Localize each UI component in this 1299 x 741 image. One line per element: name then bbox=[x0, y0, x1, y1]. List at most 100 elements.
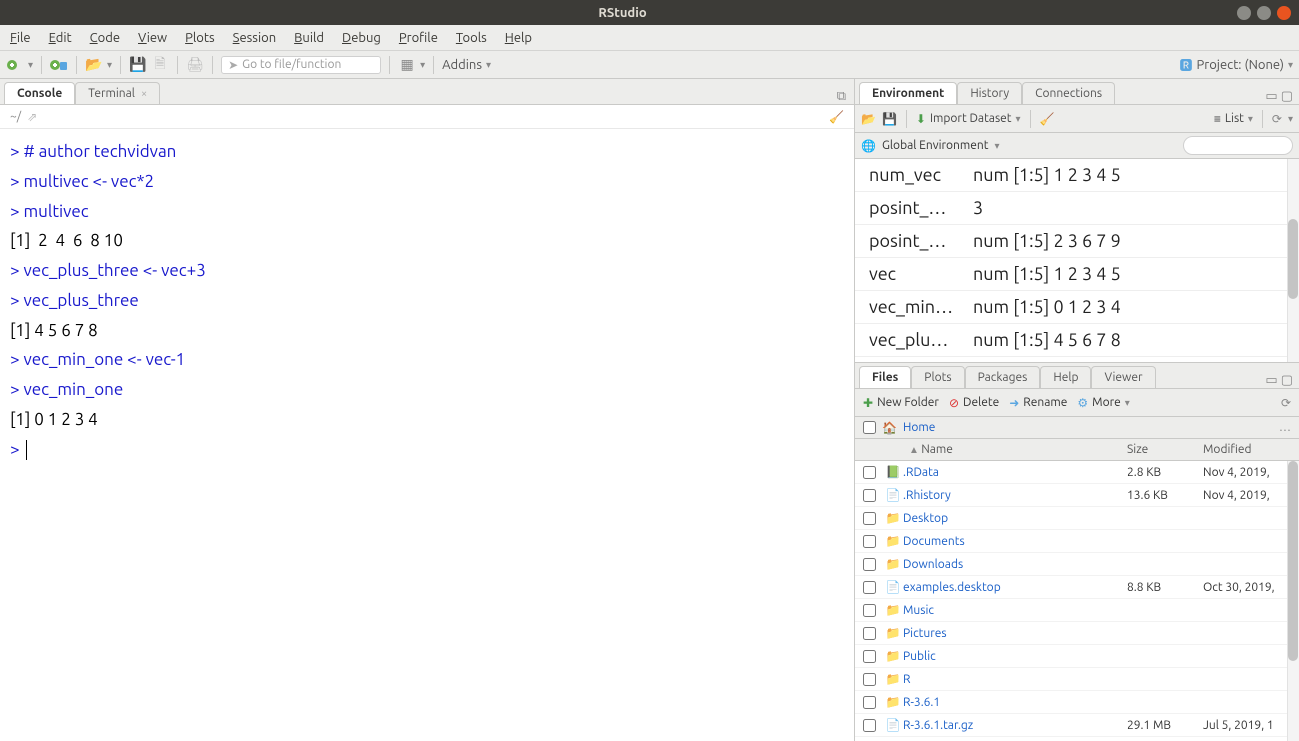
file-row[interactable]: 📁Public bbox=[855, 645, 1299, 668]
file-row[interactable]: 📁Downloads bbox=[855, 553, 1299, 576]
env-row[interactable]: vec_plu…num [1:5] 4 5 6 7 8 bbox=[855, 324, 1299, 357]
dropdown-caret-icon[interactable]: ▾ bbox=[28, 59, 33, 71]
dropdown-caret-icon[interactable]: ▾ bbox=[420, 59, 425, 71]
tab-packages[interactable]: Packages bbox=[965, 366, 1041, 388]
menu-help[interactable]: Help bbox=[505, 31, 532, 45]
file-name[interactable]: Public bbox=[903, 650, 1127, 663]
refresh-icon[interactable]: ⟳ bbox=[1272, 112, 1282, 126]
tab-help[interactable]: Help bbox=[1040, 366, 1091, 388]
file-checkbox[interactable] bbox=[863, 512, 876, 525]
pane-max-icon[interactable]: ▢ bbox=[1281, 373, 1293, 388]
open-file-icon[interactable]: 📂 bbox=[85, 56, 103, 74]
file-name[interactable]: examples.desktop bbox=[903, 581, 1127, 594]
file-row[interactable]: 📁Desktop bbox=[855, 507, 1299, 530]
file-row[interactable]: 📄examples.desktop8.8 KBOct 30, 2019, bbox=[855, 576, 1299, 599]
menu-debug[interactable]: Debug bbox=[342, 31, 381, 45]
new-folder-button[interactable]: ✚New Folder bbox=[863, 396, 939, 410]
goto-file-input[interactable]: ➤ Go to file/function bbox=[221, 56, 381, 74]
menu-edit[interactable]: Edit bbox=[49, 31, 72, 45]
file-name[interactable]: R bbox=[903, 673, 1127, 686]
dropdown-caret-icon[interactable]: ▾ bbox=[107, 59, 112, 71]
close-icon[interactable]: × bbox=[141, 88, 147, 100]
menu-plots[interactable]: Plots bbox=[185, 31, 215, 45]
tab-history[interactable]: History bbox=[957, 82, 1022, 104]
file-name[interactable]: Downloads bbox=[903, 558, 1127, 571]
menu-file[interactable]: File bbox=[10, 31, 31, 45]
file-name[interactable]: Documents bbox=[903, 535, 1127, 548]
tab-viewer[interactable]: Viewer bbox=[1091, 366, 1155, 388]
broom-icon[interactable]: 🧹 bbox=[1040, 112, 1055, 126]
home-icon[interactable]: 🏠 bbox=[882, 421, 897, 435]
env-row[interactable]: vec_min…num [1:5] 0 1 2 3 4 bbox=[855, 291, 1299, 324]
file-row[interactable]: 📗.RData2.8 KBNov 4, 2019, bbox=[855, 461, 1299, 484]
header-modified[interactable]: Modified bbox=[1203, 443, 1299, 456]
header-name[interactable]: ▲ Name bbox=[883, 443, 1127, 456]
file-name[interactable]: Music bbox=[903, 604, 1127, 617]
dropdown-caret-icon[interactable]: ▾ bbox=[1288, 113, 1293, 125]
file-row[interactable]: 📄R-3.6.1.tar.gz29.1 MBJul 5, 2019, 1 bbox=[855, 714, 1299, 737]
file-row[interactable]: 📁R bbox=[855, 668, 1299, 691]
open-env-icon[interactable]: 📂 bbox=[861, 112, 876, 126]
file-checkbox[interactable] bbox=[863, 696, 876, 709]
console-output[interactable]: > # author techvidvan> multivec <- vec*2… bbox=[0, 129, 854, 741]
env-row[interactable]: num_vecnum [1:5] 1 2 3 4 5 bbox=[855, 159, 1299, 192]
menu-profile[interactable]: Profile bbox=[399, 31, 438, 45]
broom-icon[interactable]: 🧹 bbox=[829, 110, 844, 124]
file-name[interactable]: .Rhistory bbox=[903, 489, 1127, 502]
more-path-icon[interactable]: … bbox=[1279, 421, 1291, 434]
file-name[interactable]: Desktop bbox=[903, 512, 1127, 525]
file-checkbox[interactable] bbox=[863, 558, 876, 571]
menu-view[interactable]: View bbox=[138, 31, 167, 45]
scope-label[interactable]: Global Environment bbox=[882, 139, 989, 152]
tab-terminal[interactable]: Terminal× bbox=[75, 82, 160, 104]
tab-files[interactable]: Files bbox=[859, 366, 911, 388]
env-row[interactable]: posint_…num [1:5] 2 3 6 7 9 bbox=[855, 225, 1299, 258]
minimize-button[interactable] bbox=[1237, 6, 1251, 20]
save-env-icon[interactable]: 💾 bbox=[882, 112, 897, 126]
save-icon[interactable]: 💾 bbox=[129, 56, 147, 74]
console-clear-icon[interactable]: ⇗ bbox=[27, 110, 37, 124]
file-checkbox[interactable] bbox=[863, 673, 876, 686]
select-all-checkbox[interactable] bbox=[863, 421, 876, 434]
menu-tools[interactable]: Tools bbox=[456, 31, 487, 45]
dropdown-caret-icon[interactable]: ▾ bbox=[994, 140, 999, 152]
grid-icon[interactable]: ▦ bbox=[398, 56, 416, 74]
file-name[interactable]: Pictures bbox=[903, 627, 1127, 640]
file-checkbox[interactable] bbox=[863, 719, 876, 732]
file-row[interactable]: 📁Documents bbox=[855, 530, 1299, 553]
tab-plots[interactable]: Plots bbox=[911, 366, 964, 388]
rename-button[interactable]: ➜Rename bbox=[1009, 396, 1067, 410]
file-checkbox[interactable] bbox=[863, 581, 876, 594]
scrollbar-thumb[interactable] bbox=[1288, 461, 1298, 661]
maximize-button[interactable] bbox=[1257, 6, 1271, 20]
new-project-icon[interactable] bbox=[50, 56, 68, 74]
close-button[interactable] bbox=[1277, 6, 1291, 20]
menu-code[interactable]: Code bbox=[90, 31, 120, 45]
pane-popout-icon[interactable]: ⧉ bbox=[837, 89, 846, 104]
pane-max-icon[interactable]: ▢ bbox=[1281, 89, 1293, 104]
file-checkbox[interactable] bbox=[863, 535, 876, 548]
tab-console[interactable]: Console bbox=[4, 82, 75, 104]
print-icon[interactable]: 🖨 bbox=[186, 56, 204, 74]
file-row[interactable]: 📄.Rhistory13.6 KBNov 4, 2019, bbox=[855, 484, 1299, 507]
tab-environment[interactable]: Environment bbox=[859, 82, 957, 104]
more-menu[interactable]: ⚙More▾ bbox=[1077, 396, 1129, 410]
file-name[interactable]: R-3.6.1.tar.gz bbox=[903, 719, 1127, 732]
file-name[interactable]: .RData bbox=[903, 466, 1127, 479]
env-search-input[interactable] bbox=[1183, 136, 1293, 155]
pane-min-icon[interactable]: ▭ bbox=[1265, 373, 1277, 388]
file-row[interactable]: 📁Music bbox=[855, 599, 1299, 622]
file-checkbox[interactable] bbox=[863, 650, 876, 663]
file-checkbox[interactable] bbox=[863, 627, 876, 640]
menu-build[interactable]: Build bbox=[294, 31, 324, 45]
env-row[interactable]: vecnum [1:5] 1 2 3 4 5 bbox=[855, 258, 1299, 291]
file-name[interactable]: R-3.6.1 bbox=[903, 696, 1127, 709]
list-view-menu[interactable]: ≡ List ▾ bbox=[1214, 112, 1253, 126]
addins-menu[interactable]: Addins ▾ bbox=[442, 58, 491, 72]
env-row[interactable]: posint_…3 bbox=[855, 192, 1299, 225]
delete-button[interactable]: ⊘Delete bbox=[949, 396, 999, 410]
scrollbar[interactable] bbox=[1287, 159, 1299, 362]
file-row[interactable]: 📁R-3.6.1 bbox=[855, 691, 1299, 714]
breadcrumb-home[interactable]: Home bbox=[903, 421, 935, 434]
import-dataset-menu[interactable]: ⬇ Import Dataset ▾ bbox=[916, 112, 1021, 126]
